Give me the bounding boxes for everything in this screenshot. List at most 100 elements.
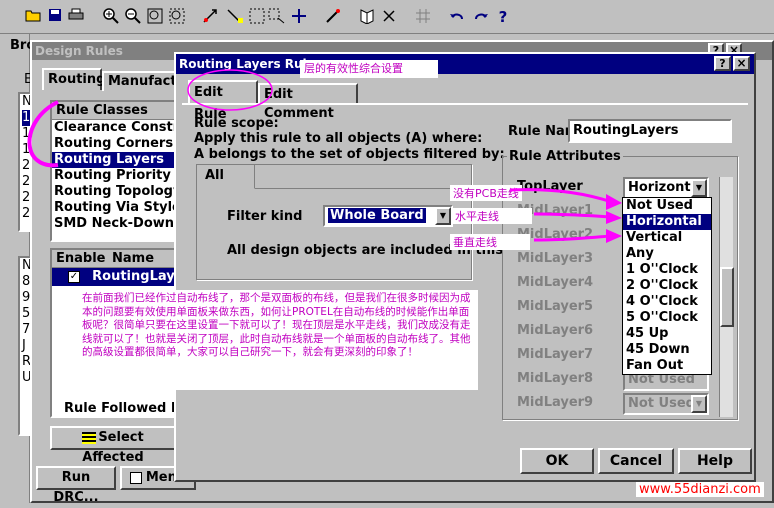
apply-rule-text: Apply this rule to all objects (A) where… <box>194 131 483 146</box>
bg-letter: R <box>22 354 32 369</box>
rule-classes-list: Rule Classes Clearance Constra Routing C… <box>50 100 180 242</box>
explanation-note: 在前面我们已经作过自动布线了，那个是双面板的布线，但是我们在很多时候因为成本的问… <box>78 290 478 390</box>
layer-direction-dropdown[interactable]: Not Used Horizontal Vertical Any 1 O''Cl… <box>622 197 712 375</box>
filter-panel: All Filter kind Whole Board ▼ All design… <box>196 164 503 280</box>
tab-manufacturing[interactable]: Manufactu <box>102 71 186 91</box>
dialog-close-button[interactable]: × <box>733 56 750 71</box>
rule-class-item[interactable]: Clearance Constra <box>52 120 178 136</box>
main-toolbar: ? <box>0 0 774 34</box>
filter-tab-all[interactable]: All <box>197 165 255 189</box>
dropdown-option[interactable]: Fan Out <box>623 358 711 374</box>
title-annotation: 层的有效性综合设置 <box>300 60 438 78</box>
deselect-icon[interactable] <box>380 8 398 26</box>
dropdown-option[interactable]: 4 O''Clock <box>623 294 711 310</box>
zoom-fit-icon[interactable] <box>168 8 186 26</box>
col-name[interactable]: Name <box>110 251 154 266</box>
chevron-down-icon[interactable]: ▼ <box>691 179 707 197</box>
enable-checkbox[interactable]: ✓ <box>68 270 80 283</box>
rule-name-cell: RoutingLay <box>92 269 175 284</box>
bg-letter-n: N <box>22 94 32 109</box>
rule-class-item[interactable]: Routing Topology <box>52 184 178 200</box>
grid-icon[interactable] <box>414 8 432 26</box>
save-icon[interactable] <box>46 8 64 26</box>
dropdown-option[interactable]: Vertical <box>623 230 711 246</box>
bg-num: 2 <box>22 158 31 173</box>
rule-name-input[interactable]: RoutingLayers <box>568 119 732 143</box>
run-drc-button[interactable]: Run DRC... <box>36 466 116 505</box>
toplayer-select[interactable]: Horizonta ▼ <box>623 177 709 199</box>
browse-tab-partial[interactable]: Brow <box>10 38 30 53</box>
bg-num: 1 <box>22 110 31 126</box>
cross-icon[interactable] <box>290 8 308 26</box>
layer-label: MidLayer2 <box>517 227 594 242</box>
layer-label: MidLayer1 <box>517 203 594 218</box>
filter-kind-select[interactable]: Whole Board ▼ <box>323 205 453 227</box>
redo-icon[interactable] <box>472 8 490 26</box>
help-icon[interactable]: ? <box>494 8 512 26</box>
bg-num: 1 <box>22 142 31 157</box>
vertical-annotation: 垂直走线 <box>450 234 530 250</box>
dialog-help-button[interactable]: ? <box>714 56 731 71</box>
dropdown-option-selected[interactable]: Horizontal <box>623 214 711 230</box>
layer-label: MidLayer8 <box>517 371 594 386</box>
chevron-down-icon[interactable]: ▼ <box>435 207 451 225</box>
zoom-out-icon[interactable] <box>124 8 142 26</box>
layer-label: MidLayer5 <box>517 299 594 314</box>
zoom-area-icon[interactable] <box>146 8 164 26</box>
print-icon[interactable] <box>67 8 85 26</box>
filter-kind-value: Whole Board <box>328 208 426 223</box>
ok-button[interactable]: OK <box>520 448 594 474</box>
bg-letter: 5 <box>22 306 31 321</box>
dropdown-option[interactable]: 45 Up <box>623 326 711 342</box>
menu-icon <box>129 471 142 484</box>
cancel-button[interactable]: Cancel <box>598 448 674 474</box>
select-affected-button[interactable]: Select Affected <box>50 426 176 465</box>
rule-class-item[interactable]: SMD Neck-Down C <box>52 216 178 232</box>
layer-label: MidLayer7 <box>517 347 594 362</box>
scrollbar-thumb[interactable] <box>720 267 734 327</box>
bg-letter: 9 <box>22 290 31 305</box>
toplayer-value: Horizonta <box>628 180 700 195</box>
bg-num: 2 <box>22 174 31 189</box>
rule-class-item[interactable]: Routing Via Style <box>52 200 178 216</box>
dropdown-option[interactable]: 1 O''Clock <box>623 262 711 278</box>
tab-routing[interactable]: Routing <box>42 68 105 90</box>
rule-class-list: Clearance Constra Routing Corners Routin… <box>52 120 178 232</box>
select-icon[interactable] <box>248 8 266 26</box>
dropdown-option[interactable]: 5 O''Clock <box>623 310 711 326</box>
filter-kind-label: Filter kind <box>227 209 303 224</box>
tab-edit-comment[interactable]: Edit Comment <box>258 83 358 121</box>
zoom-in-icon[interactable] <box>102 8 120 26</box>
tab-edit-rule[interactable]: Edit Rule <box>188 80 258 122</box>
dropdown-option[interactable]: 45 Down <box>623 342 711 358</box>
open-folder-icon[interactable] <box>24 8 42 26</box>
belongs-text: A belongs to the set of objects filtered… <box>194 147 505 162</box>
rule-class-item-selected[interactable]: Routing Layers <box>52 152 178 168</box>
rule-class-item[interactable]: Routing Corners <box>52 136 178 152</box>
no-pcb-annotation: 没有PCB走线 <box>450 185 522 201</box>
highlight-icon[interactable] <box>324 8 342 26</box>
undo-icon[interactable] <box>448 8 466 26</box>
move-icon[interactable] <box>268 8 286 26</box>
browse-icon[interactable] <box>358 8 376 26</box>
rules-table-header: Enable Name <box>52 250 178 268</box>
wire-icon[interactable] <box>226 8 244 26</box>
bg-letter: 7 <box>22 322 31 337</box>
attributes-scrollbar[interactable] <box>719 177 734 417</box>
layer-label-top: TopLayer <box>517 179 583 194</box>
design-rules-title: Design Rules <box>35 44 123 58</box>
bg-letter: U <box>22 370 32 385</box>
tab-body-edge <box>182 103 748 105</box>
layer-label: MidLayer4 <box>517 275 594 290</box>
dropdown-option[interactable]: Not Used <box>623 198 711 214</box>
table-row[interactable]: ✓ RoutingLay <box>52 268 178 286</box>
rule-scope-label: Rule scope: <box>194 116 279 131</box>
dropdown-option[interactable]: 2 O''Clock <box>623 278 711 294</box>
cross-probe-icon[interactable] <box>202 8 220 26</box>
rule-class-item[interactable]: Routing Priority <box>52 168 178 184</box>
help-button[interactable]: Help <box>678 448 752 474</box>
bg-num: 2 <box>22 206 31 221</box>
background-panel: Brow E N 1 1 1 2 2 2 2 N 8 9 5 7 J R U <box>0 34 32 503</box>
dropdown-option[interactable]: Any <box>623 246 711 262</box>
col-enable[interactable]: Enable <box>52 251 106 266</box>
